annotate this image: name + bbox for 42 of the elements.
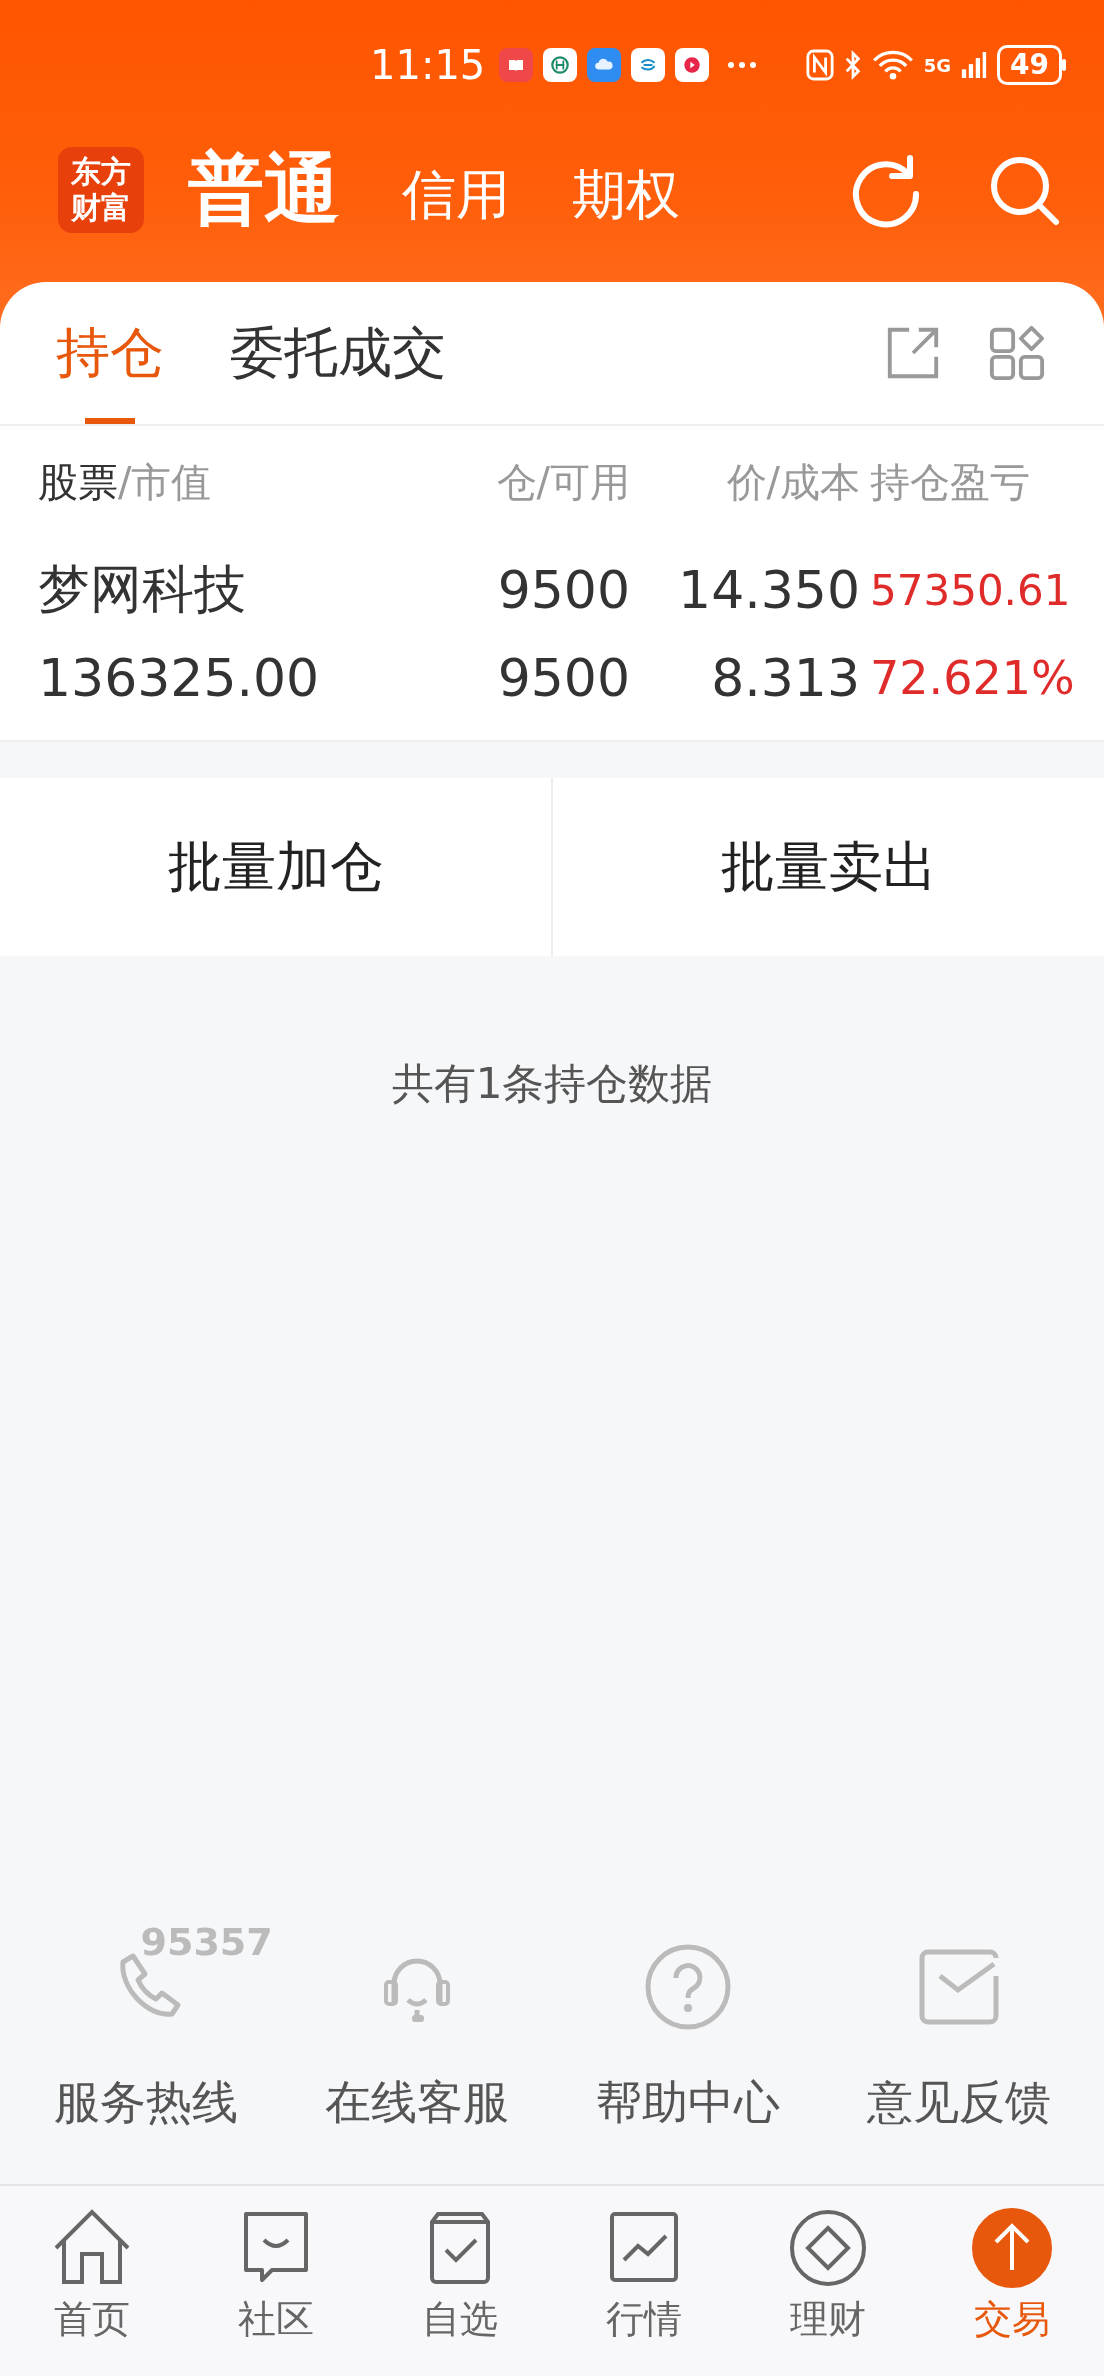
battery-level: 49	[997, 45, 1062, 85]
service-button[interactable]: 意见反馈	[823, 1902, 1094, 2134]
tab[interactable]: 委托成交	[230, 282, 446, 424]
account-tab[interactable]: 普通	[188, 139, 340, 242]
service-button[interactable]: 帮助中心	[552, 1902, 823, 2134]
network-type: 5G	[923, 54, 952, 76]
cloud-app-icon	[587, 48, 622, 82]
column-header: 价/成本	[725, 457, 860, 507]
app-logo: 东方财富	[58, 147, 144, 233]
bluetooth-icon	[843, 49, 862, 81]
cost-cell-text: 8.313	[710, 648, 860, 708]
market-value-cell-text: 136325.00	[38, 648, 321, 708]
hotline-number: 95357	[140, 1920, 273, 1964]
position-cell-text: 9500	[496, 560, 630, 620]
status-time: 11:15	[370, 42, 486, 88]
nfc-icon	[805, 49, 834, 81]
column-header: 持仓盈亏	[870, 457, 1031, 507]
nav-tab[interactable]: 首页	[0, 2186, 184, 2376]
nav-tab[interactable]: 交易	[920, 2186, 1104, 2376]
nav-tab[interactable]: 自选	[368, 2186, 552, 2376]
summary-text: 共有1条持仓数据	[390, 1058, 714, 1110]
grid-icon[interactable]	[988, 324, 1046, 382]
trade-icon	[972, 2208, 1052, 2288]
nav-tab[interactable]: 行情	[552, 2186, 736, 2376]
signal-icon	[961, 49, 988, 81]
price-cell-text: 14.350	[677, 560, 860, 620]
video-app-icon	[675, 48, 710, 82]
column-header: 股票/市值	[38, 457, 213, 507]
service-button[interactable]: 在线客服	[281, 1902, 552, 2134]
column-header: 仓/可用	[495, 457, 630, 507]
profit-cell-text: 57350.61	[870, 565, 1072, 615]
available-cell-text: 9500	[496, 648, 630, 708]
account-tab[interactable]: 信用	[402, 159, 510, 232]
profit-percent-cell-text: 72.621%	[870, 651, 1076, 705]
service-button[interactable]: 95357 服务热线	[10, 1902, 281, 2134]
book-app-icon	[499, 48, 534, 82]
stock-name: 梦网科技	[38, 558, 247, 621]
nav-tab[interactable]: 社区	[184, 2186, 368, 2376]
wifi-icon	[871, 49, 914, 81]
more-icon	[727, 61, 758, 69]
account-tab[interactable]: 期权	[572, 159, 680, 232]
nav-tab[interactable]: 理财	[736, 2186, 920, 2376]
